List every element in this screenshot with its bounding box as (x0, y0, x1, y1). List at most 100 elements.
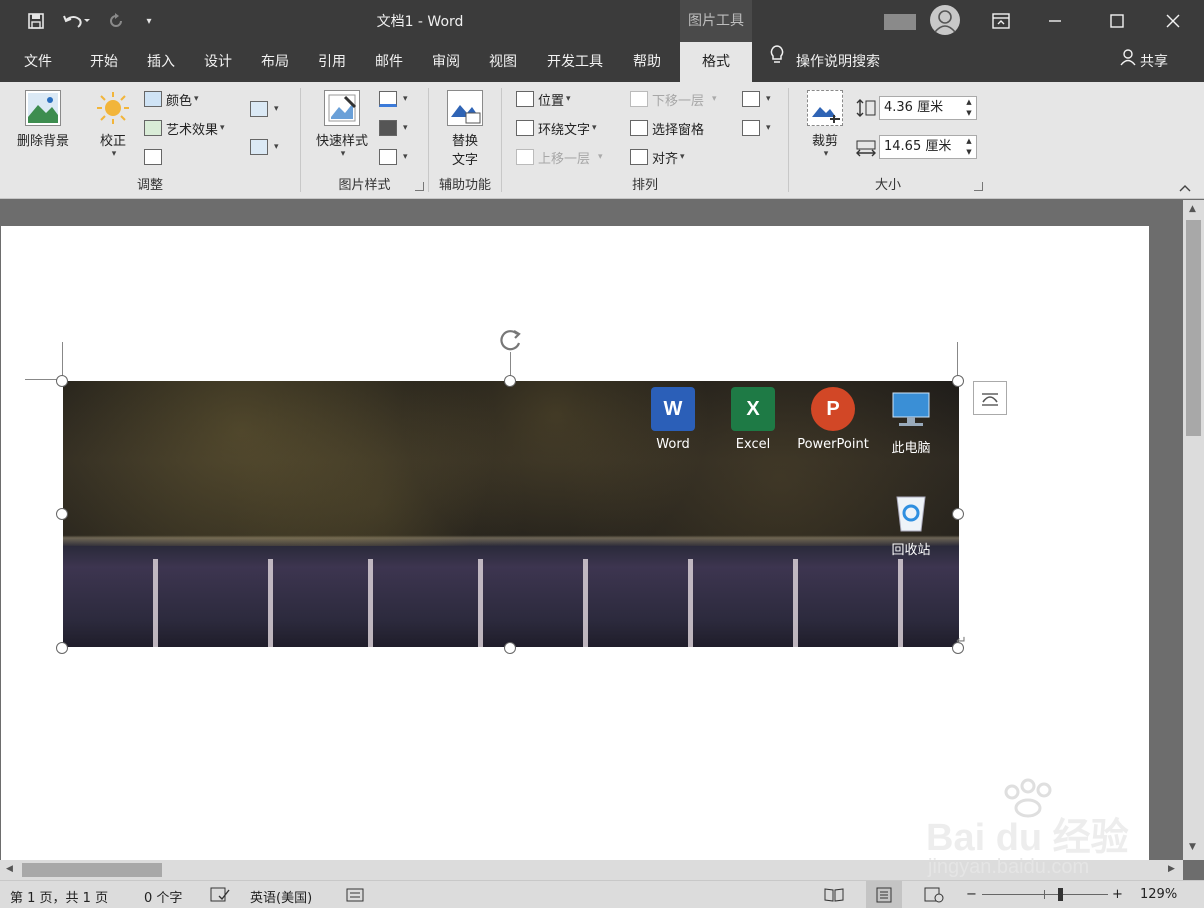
wrap-text-button[interactable]: 环绕文字 ▾ (516, 117, 597, 139)
height-spinner[interactable]: ▲ ▼ (962, 97, 976, 119)
word-count[interactable]: 0 个字 (144, 887, 182, 906)
selection-pane-label: 选择窗格 (652, 122, 705, 138)
redo-icon[interactable] (104, 9, 128, 33)
proofing-icon[interactable] (210, 887, 230, 907)
scroll-right-icon[interactable]: ▶ (1168, 864, 1175, 874)
bring-forward-button[interactable]: 上移一层 ▾ (516, 146, 603, 168)
resize-handle-top-left[interactable] (56, 375, 68, 387)
selection-pane-button[interactable]: 选择窗格 (630, 117, 704, 139)
width-field[interactable]: 14.65 厘米 ▲ ▼ (879, 135, 977, 159)
tab-mailings[interactable]: 邮件 (361, 42, 417, 82)
scroll-down-icon[interactable]: ▼ (1189, 842, 1196, 852)
document-page[interactable]: W Word X Excel P PowerPoint 此电脑 回收站 ↵ (1, 226, 1149, 860)
avatar[interactable] (930, 5, 960, 35)
artistic-effects-button[interactable]: 艺术效果 ▾ (144, 117, 225, 139)
ribbon-display-options-icon[interactable] (978, 0, 1024, 42)
customize-quick-access-icon[interactable]: ▾ (140, 9, 158, 33)
width-spinner[interactable]: ▲ ▼ (962, 136, 976, 158)
alt-text-label-line2: 文字 (451, 153, 478, 168)
close-icon[interactable] (1150, 0, 1196, 42)
height-field[interactable]: 4.36 厘米 ▲ ▼ (879, 96, 977, 120)
crop-label: 裁剪 (811, 134, 838, 149)
alt-text-button[interactable]: 替换 文字 (433, 90, 497, 168)
wrap-text-icon (516, 120, 534, 136)
tab-help[interactable]: 帮助 (620, 42, 674, 82)
resize-handle-bottom[interactable] (504, 642, 516, 654)
tab-insert[interactable]: 插入 (133, 42, 189, 82)
picture-effects-button[interactable]: ▾ (379, 117, 408, 139)
tab-layout[interactable]: 布局 (247, 42, 303, 82)
save-icon[interactable] (24, 9, 48, 33)
reset-picture-button[interactable]: ▾ (250, 136, 279, 158)
web-layout-icon[interactable] (924, 887, 944, 907)
corrections-button[interactable]: 校正 ▾ (92, 90, 134, 159)
tab-format[interactable]: 格式 (680, 42, 752, 82)
tab-design[interactable]: 设计 (190, 42, 246, 82)
maximize-icon[interactable] (1094, 0, 1140, 42)
tab-references[interactable]: 引用 (304, 42, 360, 82)
resize-handle-right[interactable] (952, 508, 964, 520)
zoom-out-icon[interactable]: − (966, 887, 977, 902)
desktop-icon-recycle-bin: 回收站 (869, 489, 953, 558)
resize-handle-left[interactable] (56, 508, 68, 520)
position-button[interactable]: 位置 ▾ (516, 88, 571, 110)
tab-home[interactable]: 开始 (76, 42, 132, 82)
tab-view[interactable]: 视图 (475, 42, 531, 82)
group-arrange: 位置 ▾ 环绕文字 ▾ 上移一层 ▾ 下移一层 ▾ 选择窗格 对齐 ▾ ▾ ▾ … (502, 82, 788, 197)
undo-icon[interactable] (58, 9, 94, 33)
selection-pane-icon (630, 120, 648, 136)
share-button[interactable]: 共享 (1120, 42, 1168, 82)
pen-icon (379, 91, 397, 107)
effects-icon (379, 120, 397, 136)
language-label[interactable]: 英语(美国) (250, 887, 312, 906)
vertical-scroll-thumb[interactable] (1186, 220, 1201, 436)
group-label-arrange: 排列 (631, 178, 658, 193)
send-backward-button[interactable]: 下移一层 ▾ (630, 88, 717, 110)
tab-developer[interactable]: 开发工具 (538, 42, 612, 82)
print-layout-icon[interactable] (866, 881, 902, 908)
document-area[interactable]: W Word X Excel P PowerPoint 此电脑 回收站 ↵ (0, 200, 1183, 860)
resize-handle-top-right[interactable] (952, 375, 964, 387)
horizontal-scroll-thumb[interactable] (22, 863, 162, 877)
dialog-launcher-icon[interactable] (415, 182, 424, 191)
compress-pictures-button[interactable] (144, 146, 166, 168)
share-label: 共享 (1140, 54, 1168, 70)
crop-button[interactable]: 裁剪 ▾ (803, 90, 847, 159)
read-mode-icon[interactable] (824, 887, 844, 907)
picture-border-button[interactable]: ▾ (379, 88, 408, 110)
tab-review[interactable]: 审阅 (418, 42, 474, 82)
person-icon (1120, 42, 1136, 82)
macro-recording-icon[interactable] (346, 887, 364, 907)
inserted-picture[interactable]: W Word X Excel P PowerPoint 此电脑 回收站 (63, 381, 959, 647)
rotate-button[interactable]: ▾ (742, 117, 771, 139)
resize-handle-bottom-left[interactable] (56, 642, 68, 654)
quick-styles-button[interactable]: 快速样式 ▾ (309, 90, 375, 159)
picture-layout-button[interactable]: ▾ (379, 146, 408, 168)
zoom-level[interactable]: 129% (1140, 887, 1177, 902)
collapse-ribbon-icon[interactable] (1178, 182, 1192, 197)
scroll-left-icon[interactable]: ◀ (6, 864, 13, 874)
vertical-scrollbar[interactable]: ▲ ▼ (1183, 200, 1204, 860)
dialog-launcher-icon[interactable] (974, 182, 983, 191)
desktop-icon-label: 此电脑 (891, 441, 931, 456)
group-objects-button[interactable]: ▾ (742, 88, 771, 110)
zoom-slider[interactable] (982, 888, 1108, 901)
page-count[interactable]: 第 1 页，共 1 页 (10, 887, 108, 906)
minimize-icon[interactable] (1032, 0, 1078, 42)
tell-me-search[interactable]: 操作说明搜索 (768, 42, 880, 82)
remove-background-button[interactable]: 删除背景 (10, 90, 76, 149)
align-button[interactable]: 对齐 ▾ (630, 146, 685, 168)
color-button[interactable]: 颜色 ▾ (144, 88, 199, 110)
ribbon: 删除背景 校正 ▾ 颜色 ▾ 艺术效果 ▾ ▾ ▾ 调整 快速样式 ▾ ▾ ▾ … (0, 82, 1204, 199)
zoom-in-icon[interactable]: + (1112, 887, 1123, 902)
rotate-handle-icon[interactable] (497, 326, 525, 358)
word-icon: W (651, 387, 695, 431)
layout-options-icon[interactable] (973, 381, 1007, 415)
picture-tools-label: 图片工具 (680, 0, 752, 42)
scroll-up-icon[interactable]: ▲ (1189, 204, 1196, 214)
change-picture-button[interactable]: ▾ (250, 98, 279, 120)
tab-file[interactable]: 文件 (10, 42, 66, 82)
zoom-slider-thumb[interactable] (1058, 888, 1064, 901)
quick-styles-icon (324, 90, 360, 126)
resize-handle-top[interactable] (504, 375, 516, 387)
